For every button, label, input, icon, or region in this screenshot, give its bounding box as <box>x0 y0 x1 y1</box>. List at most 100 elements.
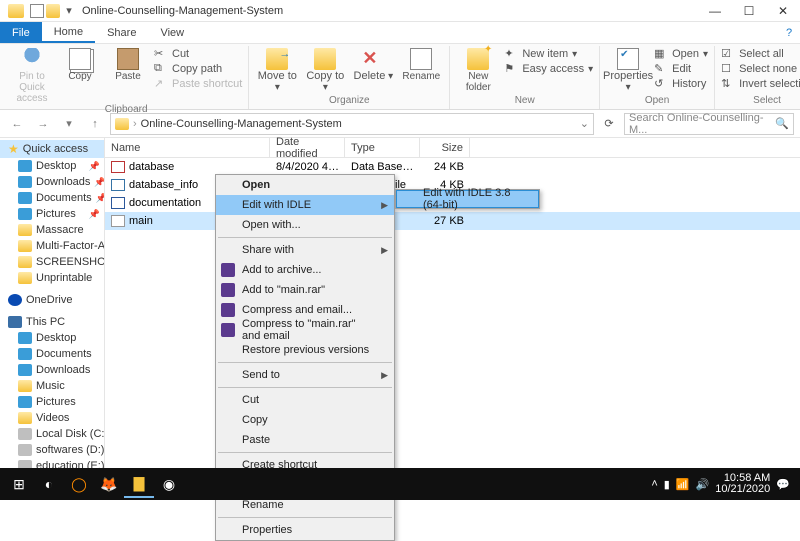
taskbar-app[interactable]: ◯ <box>64 470 94 498</box>
ctx-copy[interactable]: Copy <box>216 410 394 430</box>
ctx-open[interactable]: Open <box>216 175 394 195</box>
address-dropdown-icon[interactable]: ⌄ <box>580 117 589 130</box>
chevron-right-icon: ▶ <box>381 200 388 211</box>
file-row[interactable]: database8/4/2020 4:12 PMData Base File24… <box>105 158 800 176</box>
tree-item[interactable]: Videos <box>0 410 104 426</box>
copy-path-button[interactable]: ⧉Copy path <box>154 62 242 76</box>
ctx-add-archive[interactable]: Add to archive... <box>216 260 394 280</box>
ctx-restore[interactable]: Restore previous versions <box>216 340 394 360</box>
file-row[interactable]: main27 KB <box>105 212 800 230</box>
tree-item[interactable]: Massacre <box>0 222 104 238</box>
copy-button[interactable]: Copy <box>58 46 102 82</box>
tray-wifi-icon[interactable]: 📶 <box>676 478 690 491</box>
tree-item[interactable]: Downloads <box>0 362 104 378</box>
tree-item[interactable]: Unprintable <box>0 270 104 286</box>
ctx-properties[interactable]: Properties <box>216 520 394 540</box>
open-button[interactable]: ▦Open ▾ <box>654 47 708 61</box>
maximize-button[interactable]: ☐ <box>732 0 766 22</box>
properties-button[interactable]: Properties ▾ <box>606 46 650 93</box>
tree-quick-access[interactable]: ★Quick access <box>0 140 104 158</box>
col-date[interactable]: Date modified <box>270 138 345 157</box>
qat-dropdown-icon[interactable]: ▾ <box>62 4 76 18</box>
delete-button[interactable]: ✕Delete ▾ <box>351 46 395 82</box>
minimize-button[interactable]: — <box>698 0 732 22</box>
address-bar[interactable]: › Online-Counselling-Management-System ⌄ <box>110 113 594 135</box>
tree-item[interactable]: Downloads📌 <box>0 174 104 190</box>
history-button[interactable]: ↺History <box>654 77 708 91</box>
ctx-cut[interactable]: Cut <box>216 390 394 410</box>
cut-button[interactable]: ✂Cut <box>154 47 242 61</box>
tab-file[interactable]: File <box>0 22 42 43</box>
invert-icon: ⇅ <box>721 77 735 91</box>
ctx-compress-mainrar-email[interactable]: Compress to "main.rar" and email <box>216 320 394 340</box>
tray-volume-icon[interactable]: 🔊 <box>696 478 710 491</box>
tree-item[interactable]: Pictures📌 <box>0 206 104 222</box>
paste-button[interactable]: Paste <box>106 46 150 82</box>
ctx-edit-idle[interactable]: Edit with IDLE▶ <box>216 195 394 215</box>
easy-access-button[interactable]: ⚑Easy access ▾ <box>504 62 593 76</box>
taskbar-app[interactable]: 🦊 <box>94 470 124 498</box>
ctx-paste[interactable]: Paste <box>216 430 394 450</box>
column-headers[interactable]: Name Date modified Type Size <box>105 138 800 158</box>
tray-chevron-icon[interactable]: ˄ <box>651 478 657 490</box>
tree-item[interactable]: Documents📌 <box>0 190 104 206</box>
close-button[interactable]: ✕ <box>766 0 800 22</box>
col-size[interactable]: Size <box>420 138 470 157</box>
file-type: Data Base File <box>345 161 420 173</box>
select-none-button[interactable]: ☐Select none <box>721 62 800 76</box>
taskbar-explorer[interactable]: ▇ <box>124 470 154 498</box>
tree-item[interactable]: SCREENSHOTS <box>0 254 104 270</box>
tree-item[interactable]: Local Disk (C:) <box>0 426 104 442</box>
col-name[interactable]: Name <box>105 138 270 157</box>
invert-selection-button[interactable]: ⇅Invert selection <box>721 77 800 91</box>
tree-thispc[interactable]: This PC <box>0 314 104 330</box>
folder-icon <box>115 118 129 130</box>
qat-newfolder-icon[interactable] <box>46 4 60 18</box>
breadcrumb[interactable]: Online-Counselling-Management-System <box>141 118 342 130</box>
up-button[interactable]: ↑ <box>84 113 106 135</box>
tray-battery-icon[interactable]: ▮ <box>664 478 670 491</box>
tree-item[interactable]: Multi-Factor-Au <box>0 238 104 254</box>
search-input[interactable]: Search Online-Counselling-M... 🔍 <box>624 113 794 135</box>
back-button[interactable]: ← <box>6 113 28 135</box>
qat-properties-icon[interactable] <box>30 4 44 18</box>
taskbar-app[interactable]: ◐ <box>34 470 64 498</box>
help-icon[interactable]: ? <box>778 22 800 43</box>
ctx-open-with[interactable]: Open with... <box>216 215 394 235</box>
new-folder-button[interactable]: New folder <box>456 46 500 93</box>
tree-onedrive[interactable]: OneDrive <box>0 292 104 308</box>
tree-item[interactable]: Documents <box>0 346 104 362</box>
tree-item[interactable]: Music <box>0 378 104 394</box>
tab-home[interactable]: Home <box>42 22 95 43</box>
copy-to-button[interactable]: Copy to ▾ <box>303 46 347 93</box>
tree-item[interactable]: Desktop📌 <box>0 158 104 174</box>
tree-item[interactable]: Pictures <box>0 394 104 410</box>
tab-share[interactable]: Share <box>95 22 148 43</box>
new-item-button[interactable]: ✦New item ▾ <box>504 47 593 61</box>
tab-view[interactable]: View <box>148 22 196 43</box>
ctx-compress-email[interactable]: Compress and email... <box>216 300 394 320</box>
recent-button[interactable]: ▾ <box>58 113 80 135</box>
tray-clock[interactable]: 10:58 AM 10/21/2020 <box>715 473 770 495</box>
ctx-share-with[interactable]: Share with▶ <box>216 240 394 260</box>
refresh-button[interactable]: ⟳ <box>598 117 620 130</box>
taskbar-chrome[interactable]: ◉ <box>154 470 184 498</box>
paste-shortcut-button[interactable]: ↗Paste shortcut <box>154 77 242 91</box>
navigation-tree[interactable]: ★Quick access Desktop📌Downloads📌Document… <box>0 138 105 468</box>
select-all-button[interactable]: ☑Select all <box>721 47 800 61</box>
tree-item[interactable]: softwares (D:) <box>0 442 104 458</box>
rename-button[interactable]: Rename <box>399 46 443 82</box>
tray-notifications-icon[interactable]: 💬 <box>776 478 790 491</box>
ctx-separator <box>218 237 392 238</box>
ctx-send-to[interactable]: Send to▶ <box>216 365 394 385</box>
col-type[interactable]: Type <box>345 138 420 157</box>
edit-button[interactable]: ✎Edit <box>654 62 708 76</box>
pin-quick-access-button[interactable]: Pin to Quick access <box>10 46 54 104</box>
tree-item[interactable]: education (E:) <box>0 458 104 468</box>
start-button[interactable]: ⊞ <box>4 470 34 498</box>
move-to-button[interactable]: Move to ▾ <box>255 46 299 93</box>
ctx-add-mainrar[interactable]: Add to "main.rar" <box>216 280 394 300</box>
ctx-idle-38[interactable]: Edit with IDLE 3.8 (64-bit) <box>396 190 539 208</box>
tree-item[interactable]: Desktop <box>0 330 104 346</box>
forward-button[interactable]: → <box>32 113 54 135</box>
